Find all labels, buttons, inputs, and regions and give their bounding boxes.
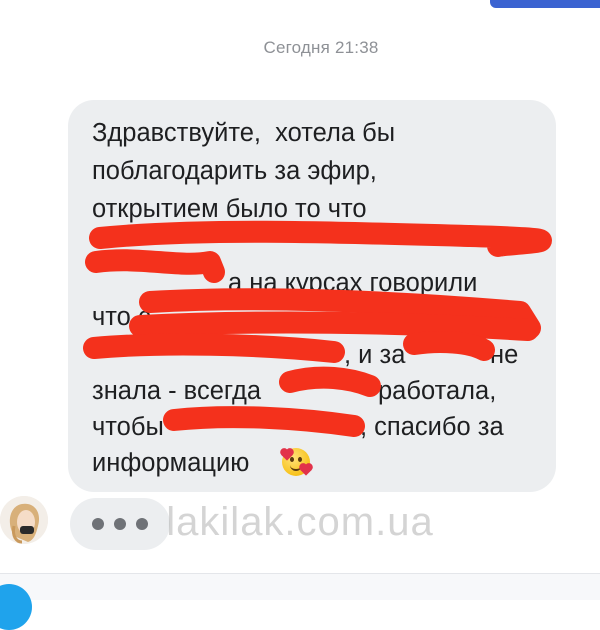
message-line: Здравствуйте, хотела бы [92, 119, 396, 147]
watermark: lakilak.com.ua [166, 500, 434, 544]
message-timestamp: Сегодня 21:38 [263, 38, 379, 57]
message-line: поблагодарить за эфир, [92, 157, 377, 185]
message-line: не [490, 341, 519, 369]
message-line: чтобы [92, 413, 164, 441]
message-line: открытием было то что [92, 195, 367, 223]
message-line: что с [92, 303, 151, 331]
message-line: работала, [378, 377, 497, 405]
message-line: а на курсах говорили [228, 269, 478, 297]
message-line: знала - всегда [92, 377, 262, 405]
smiling-face-with-hearts-icon [281, 448, 312, 476]
message-line: , спасибо за [360, 413, 504, 441]
message-line: информацию [92, 449, 250, 477]
message-line: , и за [344, 341, 406, 369]
top-accent-bar [490, 0, 600, 8]
message-composer-bar[interactable] [0, 574, 600, 600]
